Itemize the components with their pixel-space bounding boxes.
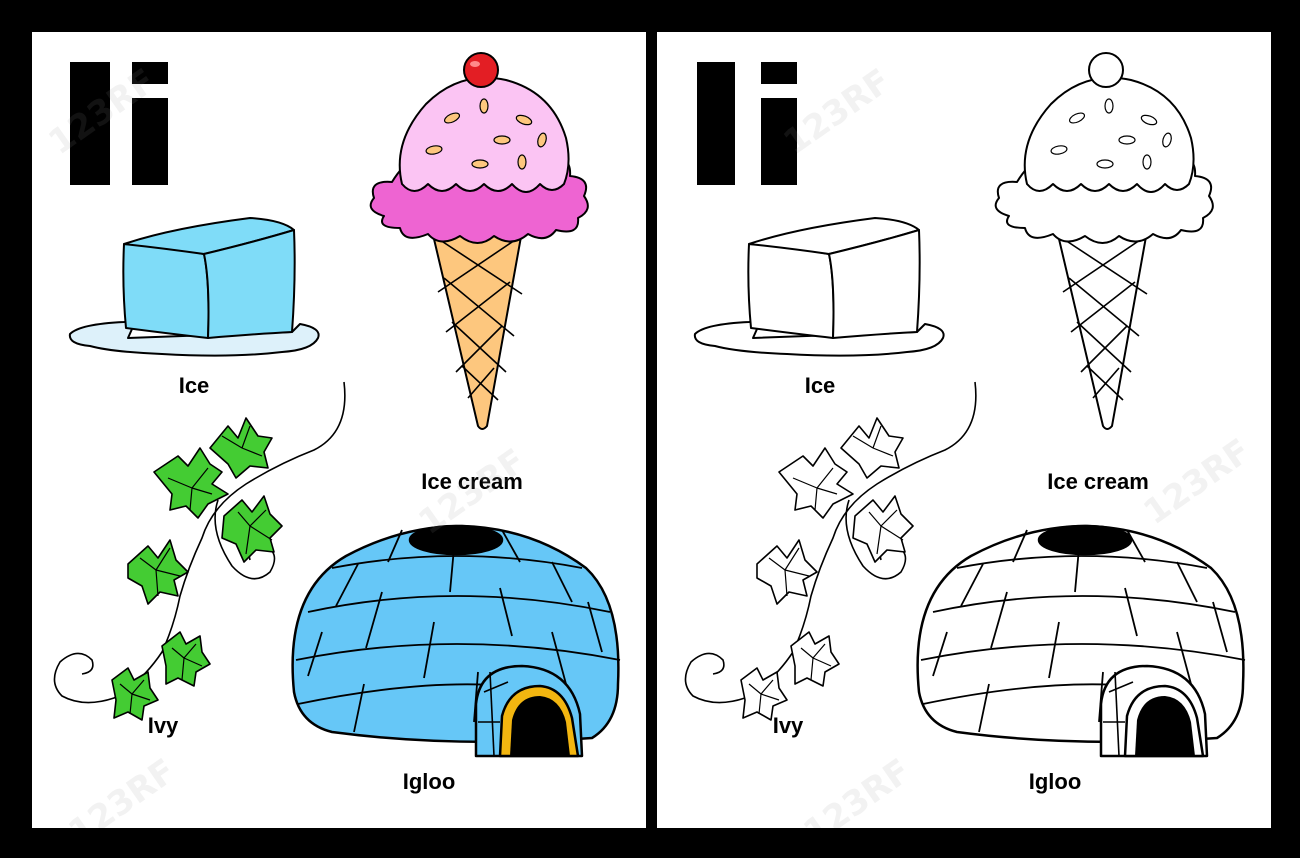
ice-cream-label: Ice cream: [1047, 469, 1149, 494]
igloo-outline: [916, 524, 1246, 758]
letter-i-glyph: [70, 62, 168, 185]
ice-cream-outline: [994, 52, 1214, 430]
colored-illustrations: [53, 52, 621, 758]
igloo-image: [291, 524, 621, 758]
ice-label: Ice: [178, 373, 210, 398]
ice-cube-image: [68, 217, 320, 357]
ice-cube-outline: [693, 217, 945, 357]
letter-i-glyph: [697, 62, 797, 185]
ice-cream-image: [369, 52, 589, 430]
outline-worksheet-panel: Ice Ice cream Ivy Igloo 123RF 123RF 123R…: [657, 32, 1271, 828]
ice-label: Ice: [804, 373, 836, 398]
outline-illustrations: [684, 52, 1246, 758]
ice-cream-label: Ice cream: [421, 469, 523, 494]
ivy-label: Ivy: [147, 713, 179, 738]
igloo-label: Igloo: [402, 769, 456, 794]
ivy-label: Ivy: [772, 713, 804, 738]
igloo-label: Igloo: [1028, 769, 1082, 794]
colored-worksheet-panel: Ice Ice cream Ivy Igloo 123RF 123RF 123R…: [32, 32, 646, 828]
